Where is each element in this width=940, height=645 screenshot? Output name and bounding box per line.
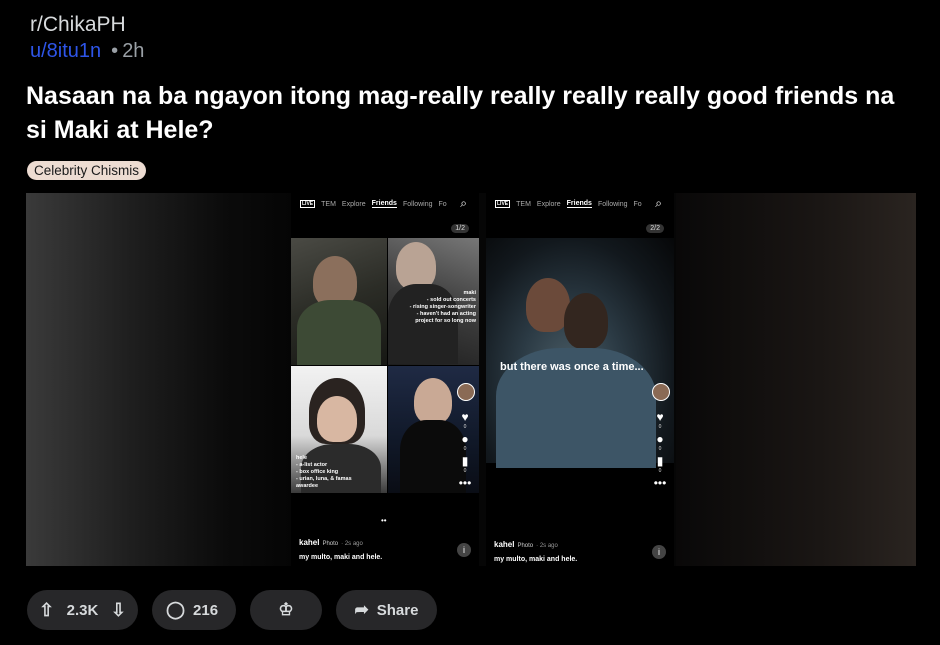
page-counter: 1/2 <box>451 224 469 233</box>
photo-cell <box>291 238 387 365</box>
share-label: Share <box>376 601 419 619</box>
subreddit-name[interactable]: r/ChikaPH <box>30 13 126 37</box>
photo-grid: maki - sold out concerts - rising singer… <box>291 238 479 493</box>
side-actions: ♥ 0 ● 0 ▮ 0 ••• <box>652 383 670 490</box>
search-icon: ⌕ <box>655 196 662 210</box>
save-count: 0 <box>463 468 467 474</box>
hele-caption: hele - a-list actor - box office king - … <box>296 455 352 489</box>
bookmark-icon: ▮ <box>461 454 469 468</box>
heart-icon: ♥ <box>461 410 469 424</box>
nav-item: TEM <box>516 200 531 208</box>
comment-bubble-icon: ◯ <box>166 600 186 619</box>
meta-separator: • <box>111 40 119 62</box>
phone-caption: my multo, maki and hele. <box>494 556 578 563</box>
nav-item: Explore <box>341 200 366 208</box>
avatar <box>457 383 475 401</box>
post-title[interactable]: Nasaan na ba ngayon itong mag-really rea… <box>26 79 916 147</box>
image-blur-left <box>26 193 291 566</box>
photo-cell: hele - a-list actor - box office king - … <box>291 366 387 493</box>
info-icon: i <box>652 545 666 559</box>
like-count: 0 <box>463 424 467 430</box>
more-icon: ••• <box>458 476 472 490</box>
more-icon: ••• <box>653 476 667 490</box>
comment-icon: ● <box>461 432 469 446</box>
phone-screenshot-1: LIVE TEM Explore Friends Following Fo ⌕ … <box>291 193 479 566</box>
comment-count: 0 <box>463 446 467 452</box>
comment-count: 0 <box>658 446 662 452</box>
comment-icon: ● <box>656 432 664 446</box>
photo-cell: maki - sold out concerts - rising singer… <box>388 238 479 365</box>
phone-user: kahel Photo · 2s ago <box>299 538 363 547</box>
heart-icon: ♥ <box>656 410 664 424</box>
live-icon: LIVE <box>300 200 316 208</box>
post-image[interactable]: LIVE TEM Explore Friends Following Fo ⌕ … <box>26 193 916 566</box>
save-count: 0 <box>658 468 662 474</box>
phone-screenshot-2: LIVE TEM Explore Friends Following Fo ⌕ … <box>486 193 674 566</box>
comments-count: 216 <box>193 601 219 619</box>
image-blur-right <box>676 193 916 566</box>
award-icon: ♔ <box>278 600 294 619</box>
info-icon: i <box>457 543 471 557</box>
nav-item: Fo <box>438 200 447 208</box>
arrow-up-icon[interactable]: ⇧ <box>39 600 54 621</box>
photo-embrace <box>486 238 674 468</box>
arrow-down-icon[interactable]: ⇩ <box>111 600 126 621</box>
nav-item: Following <box>402 200 433 208</box>
share-button[interactable]: ➦ Share <box>336 590 437 630</box>
maki-caption: maki - sold out concerts - rising singer… <box>409 290 476 324</box>
post-time: 2h <box>122 40 145 62</box>
award-button[interactable]: ♔ <box>250 590 322 630</box>
post-meta: u/8itu1n • 2h <box>30 40 144 63</box>
nav-item: TEM <box>321 200 336 208</box>
nav-item-active: Friends <box>566 200 592 208</box>
nav-item: Fo <box>633 200 642 208</box>
live-icon: LIVE <box>495 200 511 208</box>
page-counter: 2/2 <box>646 224 664 233</box>
app-nav: LIVE TEM Explore Friends Following Fo ⌕ <box>291 193 479 215</box>
post-actions: ⇧ 2.3K ⇩ ◯ 216 ♔ ➦ Share <box>27 590 437 630</box>
search-icon: ⌕ <box>460 196 467 210</box>
carousel-dots: •• <box>381 516 387 525</box>
avatar <box>652 383 670 401</box>
bookmark-icon: ▮ <box>656 454 664 468</box>
phone-user: kahel Photo · 2s ago <box>494 540 558 549</box>
nav-item-active: Friends <box>371 200 397 208</box>
comments-button[interactable]: ◯ 216 <box>152 590 236 630</box>
author-link[interactable]: u/8itu1n <box>30 40 101 62</box>
nav-item: Following <box>597 200 628 208</box>
flair-badge[interactable]: Celebrity Chismis <box>27 161 147 180</box>
like-count: 0 <box>658 424 662 430</box>
app-nav: LIVE TEM Explore Friends Following Fo ⌕ <box>486 193 674 215</box>
phone-caption: my multo, maki and hele. <box>299 554 383 561</box>
side-actions: ♥ 0 ● 0 ▮ 0 ••• <box>457 383 475 490</box>
overlay-text: but there was once a time... <box>500 361 644 373</box>
share-arrow-icon: ➦ <box>354 600 369 619</box>
nav-item: Explore <box>536 200 561 208</box>
vote-count: 2.3K <box>66 601 99 619</box>
vote-control: ⇧ 2.3K ⇩ <box>27 590 138 630</box>
